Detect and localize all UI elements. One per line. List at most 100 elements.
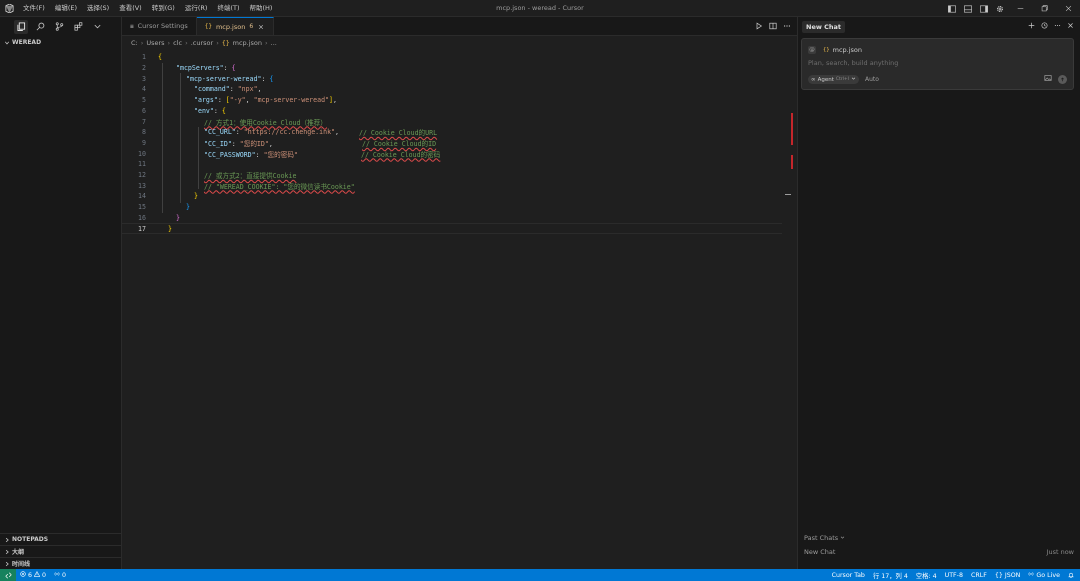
- breadcrumb-symbol[interactable]: ...: [271, 39, 277, 47]
- chat-tab-new-chat[interactable]: New Chat: [802, 20, 846, 33]
- breadcrumb-users[interactable]: Users: [146, 39, 164, 47]
- more-options-icon[interactable]: [1054, 22, 1061, 31]
- chat-composer: @ {} mcp.json ∞ Agent Ctrl+I Auto: [801, 38, 1074, 90]
- warning-icon: [33, 570, 41, 579]
- explorer-files-icon[interactable]: [14, 19, 28, 34]
- broadcast-icon: [54, 571, 60, 579]
- restore-icon[interactable]: [1032, 0, 1056, 17]
- close-window-icon[interactable]: [1056, 0, 1080, 17]
- cursor-tab-status[interactable]: Cursor Tab: [828, 569, 869, 581]
- toggle-primary-sidebar-icon[interactable]: [944, 0, 960, 17]
- line-number: 6: [142, 106, 146, 115]
- breadcrumb-file[interactable]: mcp.json: [233, 39, 262, 47]
- menu-go[interactable]: 转到(G): [147, 0, 180, 17]
- outline-section[interactable]: 大纲: [0, 545, 122, 557]
- close-panel-icon[interactable]: [1067, 22, 1074, 31]
- more-views-chevron-down-icon[interactable]: [90, 20, 104, 34]
- remote-connection-icon[interactable]: [0, 569, 16, 581]
- line-number: 11: [138, 160, 146, 169]
- language-mode-status[interactable]: {} JSON: [991, 569, 1025, 581]
- problems-status[interactable]: 6 0: [16, 569, 50, 581]
- indentation-status[interactable]: 空格: 4: [912, 569, 941, 581]
- workspace-folder-header[interactable]: WEREAD: [0, 36, 121, 49]
- past-chat-item[interactable]: New Chat Just now: [804, 548, 1074, 556]
- chevron-right-icon: [3, 536, 11, 544]
- sidebar-bottom-sections: NOTEPADS 大纲 时间线: [0, 533, 122, 569]
- model-selector[interactable]: Auto: [865, 76, 879, 83]
- history-clock-icon[interactable]: [1041, 22, 1048, 31]
- cursor-logo-icon[interactable]: [0, 0, 18, 17]
- tab-mcp-json[interactable]: {} mcp.json 6: [196, 17, 275, 35]
- line-ending-status[interactable]: CRLF: [967, 569, 991, 581]
- cursor-position-status[interactable]: 行 17，列 4: [869, 569, 912, 581]
- line-content: "mcp-server-weread": {: [186, 74, 274, 83]
- go-live-button[interactable]: Go Live: [1024, 569, 1064, 581]
- line-number: 12: [138, 171, 146, 180]
- menu-view[interactable]: 查看(V): [114, 0, 147, 17]
- code-line: 12 // 或方式2：直接提供Cookie: [122, 170, 782, 181]
- more-actions-icon[interactable]: [783, 22, 791, 32]
- source-control-icon[interactable]: [52, 20, 66, 34]
- line-number: 4: [142, 85, 146, 94]
- warning-count: 0: [42, 571, 47, 579]
- menu-selection[interactable]: 选择(S): [82, 0, 114, 17]
- context-row: @ {} mcp.json: [808, 45, 865, 55]
- breadcrumb-user[interactable]: clc: [173, 39, 182, 47]
- chevron-right-icon: [3, 560, 11, 568]
- chevron-down-icon: [3, 39, 11, 47]
- code-line: 13 // "WEREAD_COOKIE": "您的微信读书Cookie": [122, 180, 782, 191]
- menu-edit[interactable]: 编辑(E): [50, 0, 82, 17]
- line-content: "CC_ID": "您的ID",: [204, 139, 273, 148]
- menu-terminal[interactable]: 终端(T): [212, 0, 244, 17]
- line-number: 3: [142, 74, 146, 83]
- chat-input[interactable]: [808, 59, 1068, 67]
- line-content: // 或方式2：直接提供Cookie: [204, 172, 297, 181]
- add-context-at-icon[interactable]: @: [808, 46, 816, 54]
- line-content: "env": {: [194, 106, 226, 115]
- code-line: 10 "CC_PASSWORD": "您的密码" // Cookie Cloud…: [122, 148, 782, 159]
- menu-bar: 文件(F) 编辑(E) 选择(S) 查看(V) 转到(G) 运行(R) 终端(T…: [18, 0, 277, 17]
- tab-cursor-settings[interactable]: ≡ Cursor Settings: [122, 17, 197, 35]
- image-attach-icon[interactable]: [1044, 74, 1052, 84]
- menu-help[interactable]: 帮助(H): [244, 0, 277, 17]
- chevron-down-icon: [840, 534, 845, 542]
- extensions-icon[interactable]: [71, 20, 85, 34]
- past-chats-header[interactable]: Past Chats: [804, 534, 845, 542]
- line-content: "command": "npx",: [194, 85, 262, 94]
- split-editor-icon[interactable]: [769, 22, 777, 32]
- go-live-label: Go Live: [1036, 571, 1060, 579]
- agent-mode-dropdown[interactable]: ∞ Agent Ctrl+I: [808, 75, 859, 84]
- chat-header: New Chat: [798, 17, 1080, 36]
- code-line: 8 "CC_URL": "https://cc.chenge.ink", // …: [122, 127, 782, 138]
- line-number: 1: [142, 53, 146, 62]
- toggle-secondary-sidebar-icon[interactable]: [976, 0, 992, 17]
- title-bar: 文件(F) 编辑(E) 选择(S) 查看(V) 转到(G) 运行(R) 终端(T…: [0, 0, 1080, 17]
- timeline-section[interactable]: 时间线: [0, 557, 122, 569]
- encoding-status[interactable]: UTF-8: [941, 569, 967, 581]
- breadcrumb-separator: ›: [265, 38, 268, 47]
- new-chat-plus-icon[interactable]: [1028, 22, 1035, 31]
- notifications-bell-icon[interactable]: [1064, 569, 1080, 581]
- notepads-section[interactable]: NOTEPADS: [0, 533, 122, 545]
- minimize-icon[interactable]: [1008, 0, 1032, 17]
- code-line: 1 {: [122, 52, 782, 63]
- menu-file[interactable]: 文件(F): [18, 0, 50, 17]
- toggle-panel-icon[interactable]: [960, 0, 976, 17]
- outline-label: 大纲: [12, 549, 25, 556]
- menu-run[interactable]: 运行(R): [180, 0, 213, 17]
- search-icon[interactable]: [33, 20, 47, 34]
- line-number: 2: [142, 64, 146, 73]
- context-file-chip[interactable]: {} mcp.json: [820, 45, 865, 55]
- send-arrow-icon[interactable]: [1058, 74, 1067, 84]
- breadcrumb-drive[interactable]: C:: [131, 39, 138, 47]
- chat-panel: New Chat @ {} mcp.json ∞ Agent Ctrl+I Au…: [797, 17, 1080, 569]
- ports-status[interactable]: 0: [50, 569, 70, 581]
- settings-gear-icon[interactable]: [992, 0, 1008, 17]
- line-number: 8: [142, 128, 146, 137]
- line-number: 17: [138, 224, 146, 233]
- code-editor[interactable]: 1 { 2 "mcpServers": { 3 "mcp-server-were…: [122, 49, 797, 569]
- run-play-icon[interactable]: [755, 22, 763, 32]
- breadcrumb-cursor-folder[interactable]: .cursor: [191, 39, 213, 47]
- close-tab-icon[interactable]: [257, 23, 265, 31]
- broadcast-icon: [1028, 571, 1034, 579]
